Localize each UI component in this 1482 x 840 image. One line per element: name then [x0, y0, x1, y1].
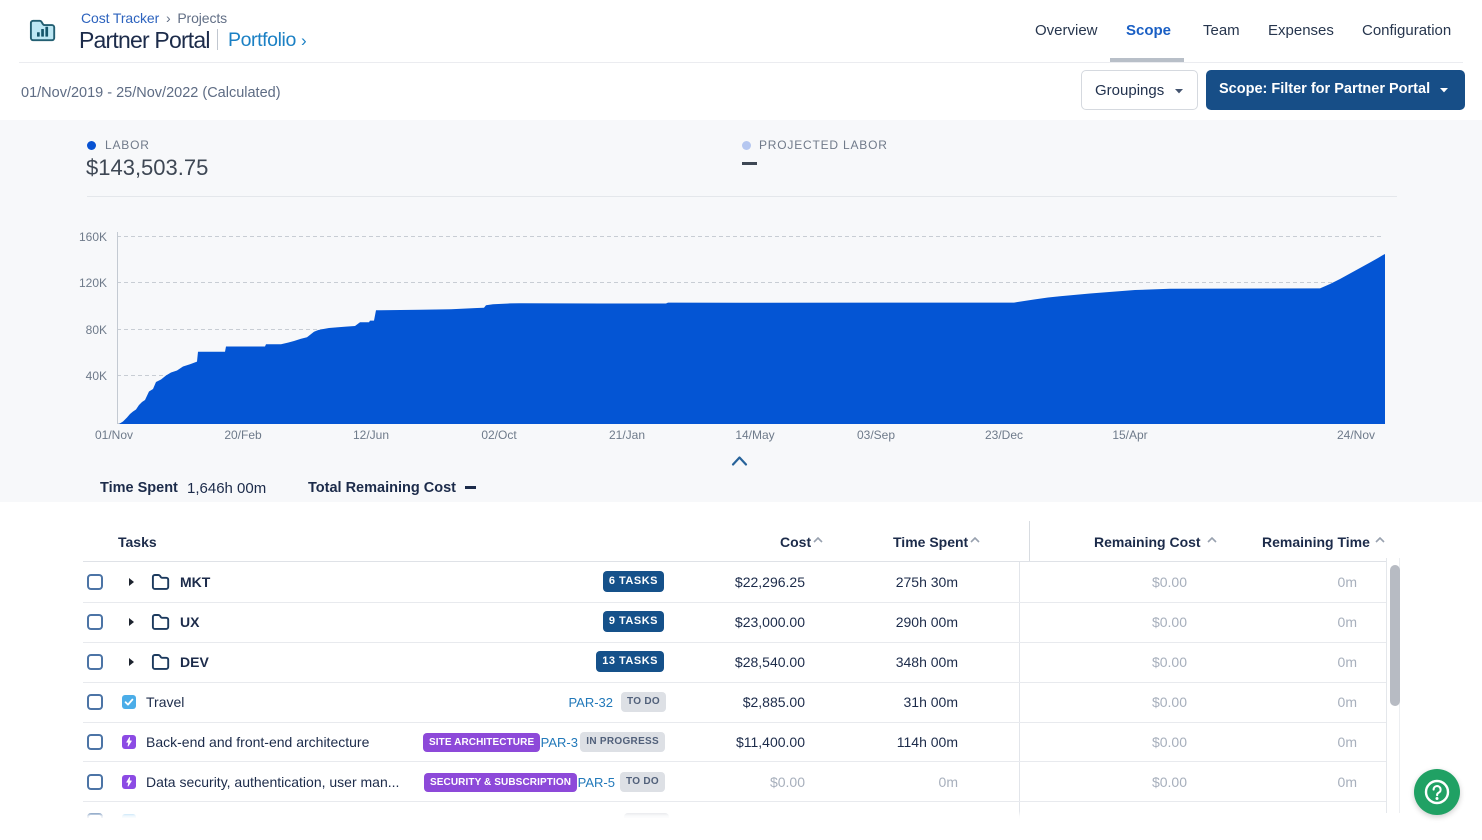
svg-text:02/Oct: 02/Oct: [481, 428, 517, 442]
svg-text:15/Apr: 15/Apr: [1112, 428, 1147, 442]
svg-text:01/Nov: 01/Nov: [95, 428, 133, 442]
svg-text:80K: 80K: [86, 323, 107, 337]
svg-text:24/Nov: 24/Nov: [1337, 428, 1375, 442]
svg-text:23/Dec: 23/Dec: [985, 428, 1023, 442]
svg-text:14/May: 14/May: [735, 428, 774, 442]
svg-text:20/Feb: 20/Feb: [224, 428, 262, 442]
svg-text:120K: 120K: [79, 276, 107, 290]
svg-text:21/Jan: 21/Jan: [609, 428, 645, 442]
svg-text:03/Sep: 03/Sep: [857, 428, 895, 442]
svg-text:40K: 40K: [86, 369, 107, 383]
svg-text:160K: 160K: [79, 230, 107, 244]
svg-text:12/Jun: 12/Jun: [353, 428, 389, 442]
